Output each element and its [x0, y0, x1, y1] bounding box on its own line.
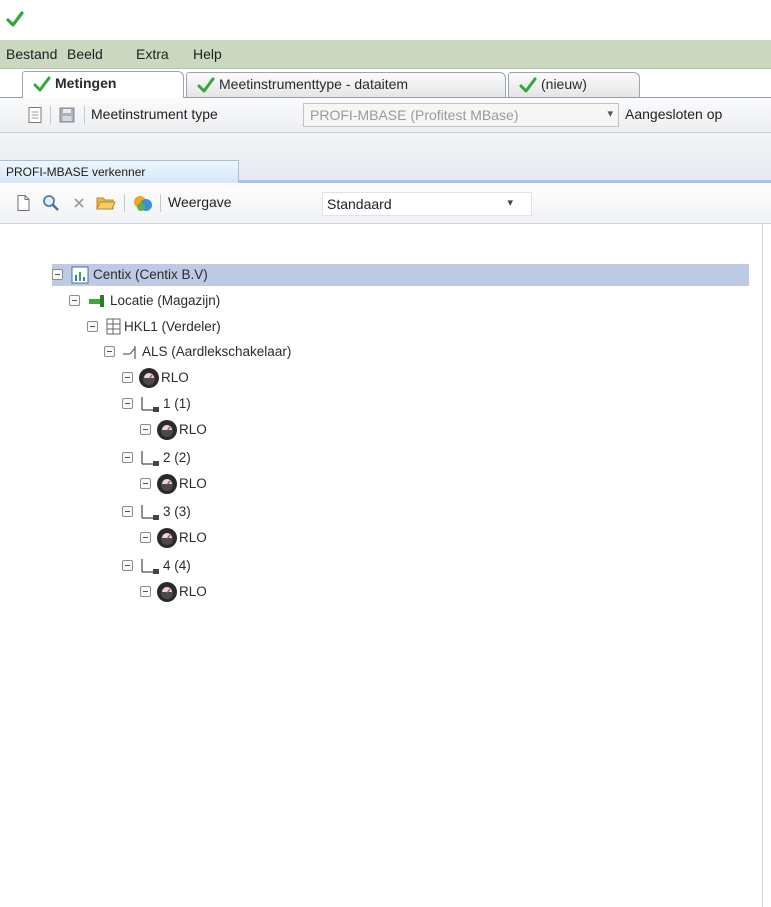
tree-node-label: HKL1 (Verdeler) [124, 319, 221, 334]
group-circuit-icon [140, 449, 162, 470]
green-flag-icon [88, 292, 108, 313]
collapse-icon[interactable] [140, 532, 151, 543]
green-check-icon [6, 10, 24, 31]
toolbar-separator [124, 194, 125, 212]
view-value: Standaard [327, 196, 392, 212]
main-toolbar: Meetinstrument type PROFI-MBASE (Profite… [0, 98, 771, 133]
tree-node-label: RLO [161, 370, 189, 385]
collapse-icon[interactable] [69, 295, 80, 306]
rlo-meter-icon [156, 473, 178, 498]
tree-node-label: Centix (Centix B.V) [93, 267, 208, 282]
tab-label: (nieuw) [541, 76, 587, 92]
toolbar-separator [50, 106, 51, 124]
menu-bestand[interactable]: Bestand [6, 46, 57, 62]
tree-view: Centix (Centix B.V) Locatie (Magazijn) H… [0, 224, 771, 907]
tree-node-label: 4 (4) [163, 558, 191, 573]
toolbar-separator [160, 194, 161, 212]
tree-node-centix[interactable]: Centix (Centix B.V) [52, 264, 749, 286]
collapse-icon[interactable] [122, 560, 133, 571]
panel-tab-strip: PROFI-MBASE verkenner [0, 133, 771, 184]
document-tabs: Metingen Meetinstrumenttype - dataitem (… [0, 69, 771, 98]
collapse-icon[interactable] [122, 506, 133, 517]
tree-node-label: 1 (1) [163, 396, 191, 411]
green-check-icon [33, 76, 51, 95]
tab-profi-mbase-verkenner[interactable]: PROFI-MBASE verkenner [0, 160, 239, 183]
tree-node-label: 2 (2) [163, 450, 191, 465]
group-circuit-icon [140, 557, 162, 578]
tree-node-label: RLO [179, 422, 207, 437]
tab-nieuw[interactable]: (nieuw) [508, 72, 640, 97]
rlo-meter-icon [156, 419, 178, 444]
title-bar [0, 0, 771, 40]
group-circuit-icon [140, 395, 162, 416]
collapse-icon[interactable] [104, 346, 115, 357]
green-check-icon [197, 77, 215, 96]
rlo-meter-icon [156, 527, 178, 552]
tab-meetinstrumenttype[interactable]: Meetinstrumenttype - dataitem [186, 72, 506, 97]
instrument-type-value: PROFI-MBASE (Profitest MBase) [310, 107, 519, 123]
menu-extra[interactable]: Extra [136, 46, 169, 62]
panel-tab-label: PROFI-MBASE verkenner [6, 165, 146, 179]
tab-metingen[interactable]: Metingen [22, 71, 184, 98]
tree-node-label: 3 (3) [163, 504, 191, 519]
toolbar-separator [84, 106, 85, 124]
rlo-meter-icon [156, 581, 178, 606]
menu-beeld[interactable]: Beeld [67, 46, 103, 62]
company-icon [71, 266, 89, 287]
collapse-icon[interactable] [122, 452, 133, 463]
collapse-icon[interactable] [52, 269, 63, 280]
panel-border [762, 224, 763, 907]
open-folder-icon[interactable] [96, 194, 116, 212]
tree-node-label: RLO [179, 476, 207, 491]
connected-label: Aangesloten op [625, 106, 723, 122]
tree-node-label: RLO [179, 530, 207, 545]
save-icon[interactable] [58, 106, 76, 124]
filter-icon[interactable] [132, 193, 154, 211]
collapse-icon[interactable] [87, 321, 98, 332]
collapse-icon[interactable] [140, 424, 151, 435]
chevron-down-icon: ▾ [607, 108, 613, 120]
tree-node-label: RLO [179, 584, 207, 599]
search-icon[interactable] [42, 194, 60, 212]
rlo-meter-icon [138, 367, 160, 392]
tab-label: Meetinstrumenttype - dataitem [219, 76, 409, 92]
rcd-switch-icon [122, 343, 138, 364]
view-select[interactable]: Standaard ▾ [322, 192, 532, 216]
instrument-type-label: Meetinstrument type [91, 106, 218, 122]
menu-bar: Bestand Beeld Extra Help [0, 40, 771, 69]
menu-help[interactable]: Help [193, 46, 222, 62]
tree-node-label: Locatie (Magazijn) [110, 293, 221, 308]
chevron-down-icon: ▾ [507, 197, 513, 209]
new-document-icon[interactable] [14, 194, 32, 212]
instrument-type-select[interactable]: PROFI-MBASE (Profitest MBase) ▾ [303, 103, 619, 127]
distribution-board-icon [106, 318, 122, 339]
explorer-toolbar: Weergave Standaard ▾ [0, 183, 771, 224]
document-icon[interactable] [26, 106, 44, 124]
tree-node-label: ALS (Aardlekschakelaar) [142, 344, 292, 359]
collapse-icon[interactable] [122, 372, 133, 383]
green-check-icon [519, 77, 537, 96]
collapse-icon[interactable] [122, 398, 133, 409]
collapse-icon[interactable] [140, 586, 151, 597]
group-circuit-icon [140, 503, 162, 524]
delete-icon[interactable] [70, 194, 88, 212]
collapse-icon[interactable] [140, 478, 151, 489]
view-label: Weergave [168, 194, 232, 210]
tab-label: Metingen [55, 75, 117, 91]
